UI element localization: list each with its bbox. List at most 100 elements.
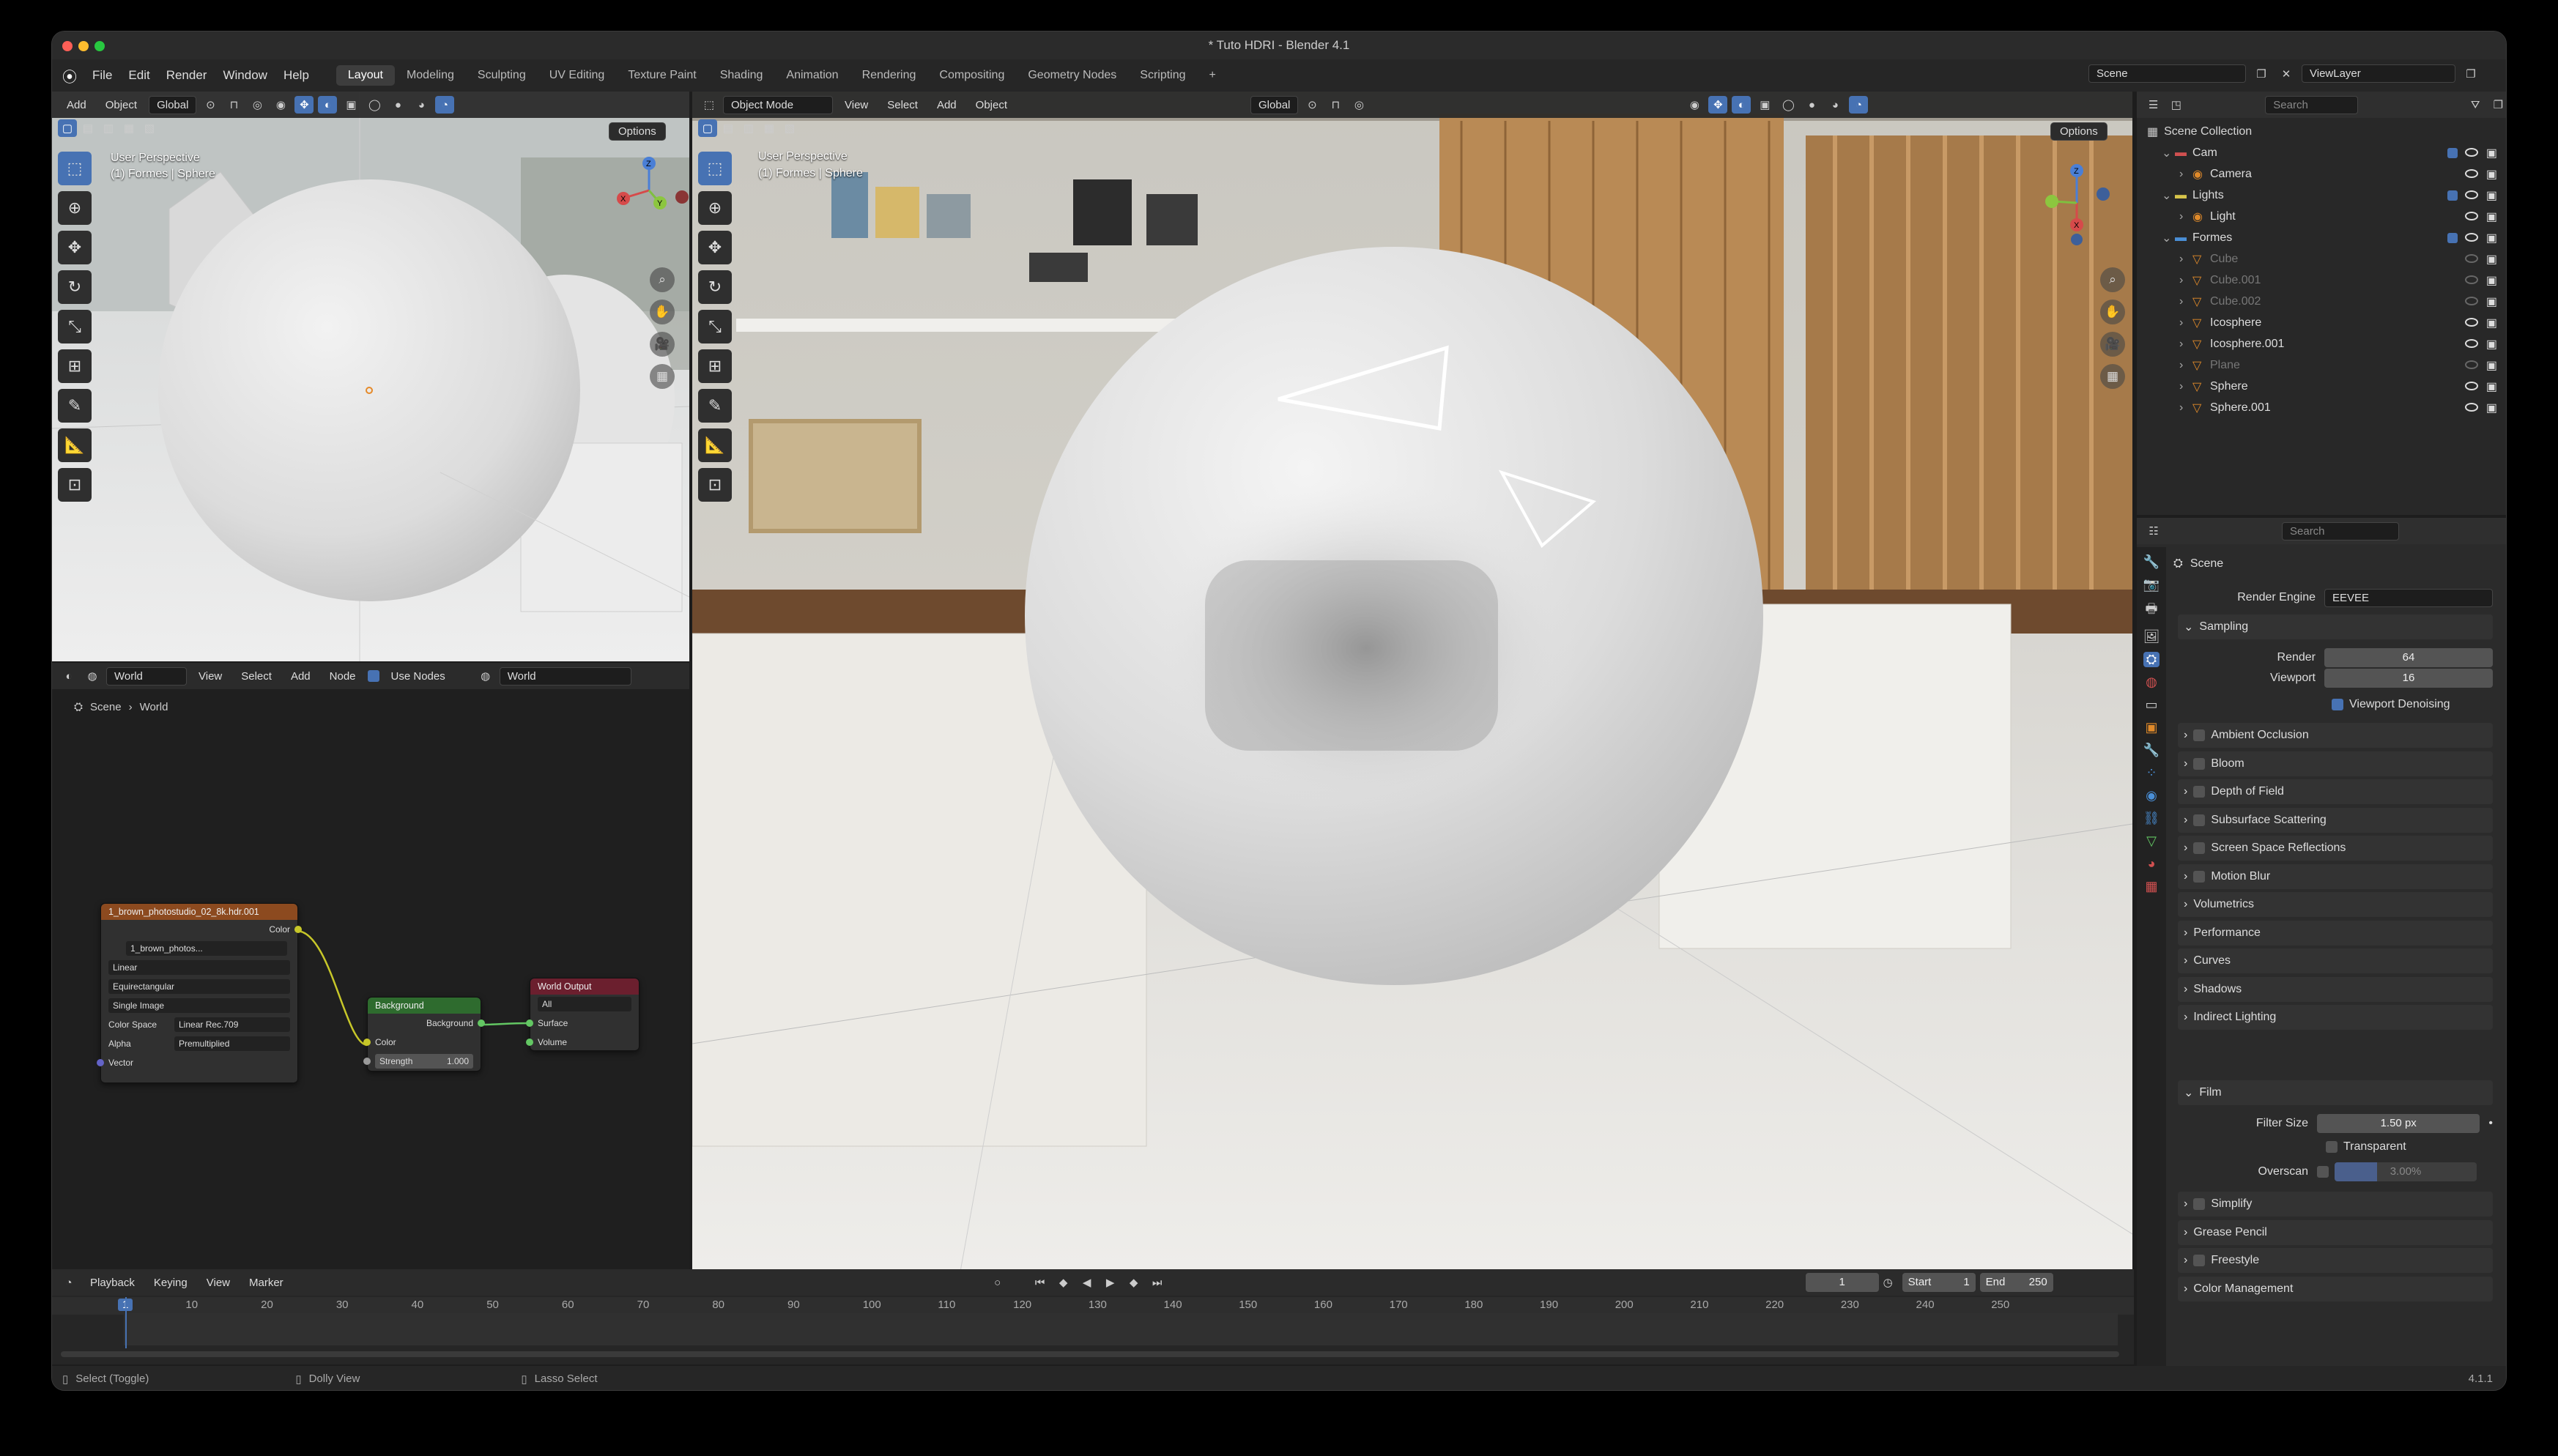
- collection-tab-icon[interactable]: ▭: [2145, 697, 2157, 713]
- outliner-row[interactable]: › ▽ Sphere ▣: [2137, 376, 2506, 397]
- main-select-invert-icon[interactable]: ▦: [760, 119, 779, 137]
- visibility-eye-icon[interactable]: [2465, 254, 2478, 263]
- transparent-checkbox[interactable]: [2326, 1141, 2338, 1153]
- select-extend-icon[interactable]: ▤: [78, 119, 97, 137]
- auto-keying-icon[interactable]: ○: [988, 1274, 1007, 1291]
- camera-view-icon[interactable]: 🎥: [650, 332, 675, 357]
- color-input-socket[interactable]: [363, 1039, 371, 1046]
- main-select-new-icon[interactable]: ▢: [698, 119, 717, 137]
- render-camera-icon[interactable]: ▣: [2486, 294, 2497, 309]
- main-gizmo-toggle-icon[interactable]: ✥: [1708, 96, 1728, 114]
- menu-file[interactable]: File: [84, 68, 120, 83]
- menu-help[interactable]: Help: [275, 68, 317, 83]
- current-frame-field[interactable]: 1: [1805, 1273, 1879, 1292]
- sphere-object[interactable]: [158, 179, 580, 601]
- main-select-extend-icon[interactable]: ▤: [719, 119, 738, 137]
- strength-field[interactable]: Strength 1.000: [375, 1054, 473, 1069]
- main-measure-tool[interactable]: 📐: [698, 428, 732, 462]
- node-editor[interactable]: ◐ ◍ World View Select Add Node Use Nodes…: [52, 663, 689, 1296]
- alpha-dropdown[interactable]: Premultiplied: [174, 1036, 290, 1051]
- main-pan-view-icon[interactable]: ✋: [2100, 300, 2125, 324]
- tab-modeling[interactable]: Modeling: [395, 65, 466, 86]
- scene-collection-row[interactable]: ▦ Scene Collection: [2137, 121, 2506, 142]
- render-camera-icon[interactable]: ▣: [2486, 231, 2497, 245]
- new-view-layer-icon[interactable]: ❐: [2461, 65, 2480, 83]
- panel-header[interactable]: › Volumetrics: [2178, 892, 2493, 917]
- env-color-output[interactable]: Color: [101, 920, 302, 939]
- timeline-scrollbar[interactable]: [61, 1351, 2119, 1357]
- visibility-eye-icon[interactable]: [2465, 212, 2478, 220]
- material-tab-icon[interactable]: ◕: [2148, 856, 2156, 872]
- delete-scene-icon[interactable]: ✕: [2277, 65, 2296, 83]
- outliner-row[interactable]: ⌄ ▬ Cam ▣: [2137, 142, 2506, 163]
- overlay-toggle-icon[interactable]: ◐: [318, 96, 338, 114]
- chevron-down-icon[interactable]: ⌄: [2162, 188, 2175, 203]
- visibility-icon[interactable]: ◉: [271, 96, 290, 114]
- main-pivot-icon[interactable]: ⊙: [1302, 96, 1321, 114]
- panel-enable-checkbox[interactable]: [2193, 729, 2206, 741]
- node-menu-add[interactable]: Add: [283, 669, 318, 684]
- main-menu-add[interactable]: Add: [930, 97, 964, 113]
- wireframe-shading-icon[interactable]: ◯: [365, 96, 384, 114]
- filter-icon[interactable]: ⛛: [2466, 96, 2485, 114]
- timeline-menu-keying[interactable]: Keying: [147, 1275, 195, 1290]
- env-image-name[interactable]: 1_brown_photos...: [126, 941, 287, 956]
- proportional-icon[interactable]: ◎: [248, 96, 267, 114]
- main-wireframe-shading-icon[interactable]: ◯: [1779, 96, 1798, 114]
- panel-header[interactable]: › Performance: [2178, 920, 2493, 946]
- timeline-menu-view[interactable]: View: [199, 1275, 237, 1290]
- timeline-track[interactable]: [124, 1313, 2118, 1345]
- main-transform-tool[interactable]: ⊞: [698, 349, 732, 383]
- overscan-field[interactable]: 3.00%: [2335, 1162, 2477, 1181]
- snap-icon[interactable]: ⊓: [224, 96, 243, 114]
- exclude-checkbox[interactable]: [2447, 147, 2458, 158]
- outliner-row[interactable]: ⌄ ▬ Lights ▣: [2137, 185, 2506, 206]
- tab-shading[interactable]: Shading: [708, 65, 775, 86]
- outliner-row[interactable]: › ▽ Cube ▣: [2137, 248, 2506, 270]
- properties-search-input[interactable]: Search: [2282, 521, 2399, 541]
- select-intersect-icon[interactable]: ▧: [140, 119, 159, 137]
- main-select-box-tool[interactable]: ⬚: [698, 152, 732, 185]
- add-cube-tool[interactable]: ⊡: [58, 468, 92, 502]
- panel-enable-checkbox[interactable]: [2193, 1198, 2206, 1210]
- sampling-panel-header[interactable]: ⌄ Sampling: [2178, 614, 2493, 639]
- object-tab-icon[interactable]: ▣: [2145, 720, 2157, 735]
- render-camera-icon[interactable]: ▣: [2486, 167, 2497, 182]
- render-samples-field[interactable]: 64: [2324, 648, 2493, 667]
- start-frame-field[interactable]: Start 1: [1902, 1273, 1976, 1292]
- particles-tab-icon[interactable]: ⁘: [2146, 765, 2157, 781]
- chevron-right-icon[interactable]: ›: [2179, 168, 2192, 181]
- env-source-dropdown[interactable]: Single Image: [108, 998, 290, 1013]
- menu-window[interactable]: Window: [215, 68, 275, 83]
- select-new-icon[interactable]: ▢: [58, 119, 77, 137]
- main-editor-type-icon[interactable]: ⬚: [700, 96, 719, 114]
- object-mode-dropdown[interactable]: Object Mode: [723, 95, 833, 114]
- minimize-window-button[interactable]: [78, 41, 89, 51]
- transform-tool[interactable]: ⊞: [58, 349, 92, 383]
- material-shading-icon[interactable]: ◕: [412, 96, 431, 114]
- visibility-eye-icon[interactable]: [2465, 233, 2478, 242]
- main-snap-icon[interactable]: ⊓: [1326, 96, 1345, 114]
- jump-end-icon[interactable]: ⏭: [1148, 1274, 1167, 1291]
- scene-selector[interactable]: Scene: [2088, 64, 2246, 83]
- node-menu-select[interactable]: Select: [234, 669, 279, 684]
- view-layer-tab-icon[interactable]: 🖼: [2143, 629, 2160, 645]
- chevron-right-icon[interactable]: ›: [2179, 210, 2192, 223]
- chevron-right-icon[interactable]: ›: [2179, 338, 2192, 351]
- chevron-right-icon[interactable]: ›: [2179, 380, 2192, 393]
- main-axis-gizmo[interactable]: Z X: [2033, 150, 2121, 245]
- main-proportional-icon[interactable]: ◎: [1349, 96, 1368, 114]
- panel-header[interactable]: › Subsurface Scattering: [2178, 807, 2493, 833]
- timeline-editor-type-icon[interactable]: ◔: [59, 1274, 78, 1291]
- menu-edit[interactable]: Edit: [120, 68, 157, 83]
- render-engine-dropdown[interactable]: EEVEE: [2324, 588, 2493, 607]
- play-icon[interactable]: ▶: [1101, 1274, 1120, 1291]
- shader-type-dropdown[interactable]: World: [106, 666, 187, 686]
- main-move-tool[interactable]: ✥: [698, 231, 732, 264]
- tab-scripting[interactable]: Scripting: [1128, 65, 1197, 86]
- annotate-tool[interactable]: ✎: [58, 389, 92, 423]
- outliner-row[interactable]: › ▽ Icosphere ▣: [2137, 312, 2506, 333]
- chevron-down-icon[interactable]: ⌄: [2162, 146, 2175, 160]
- panel-header[interactable]: › Screen Space Reflections: [2178, 836, 2493, 861]
- scale-tool[interactable]: ⤡: [58, 310, 92, 343]
